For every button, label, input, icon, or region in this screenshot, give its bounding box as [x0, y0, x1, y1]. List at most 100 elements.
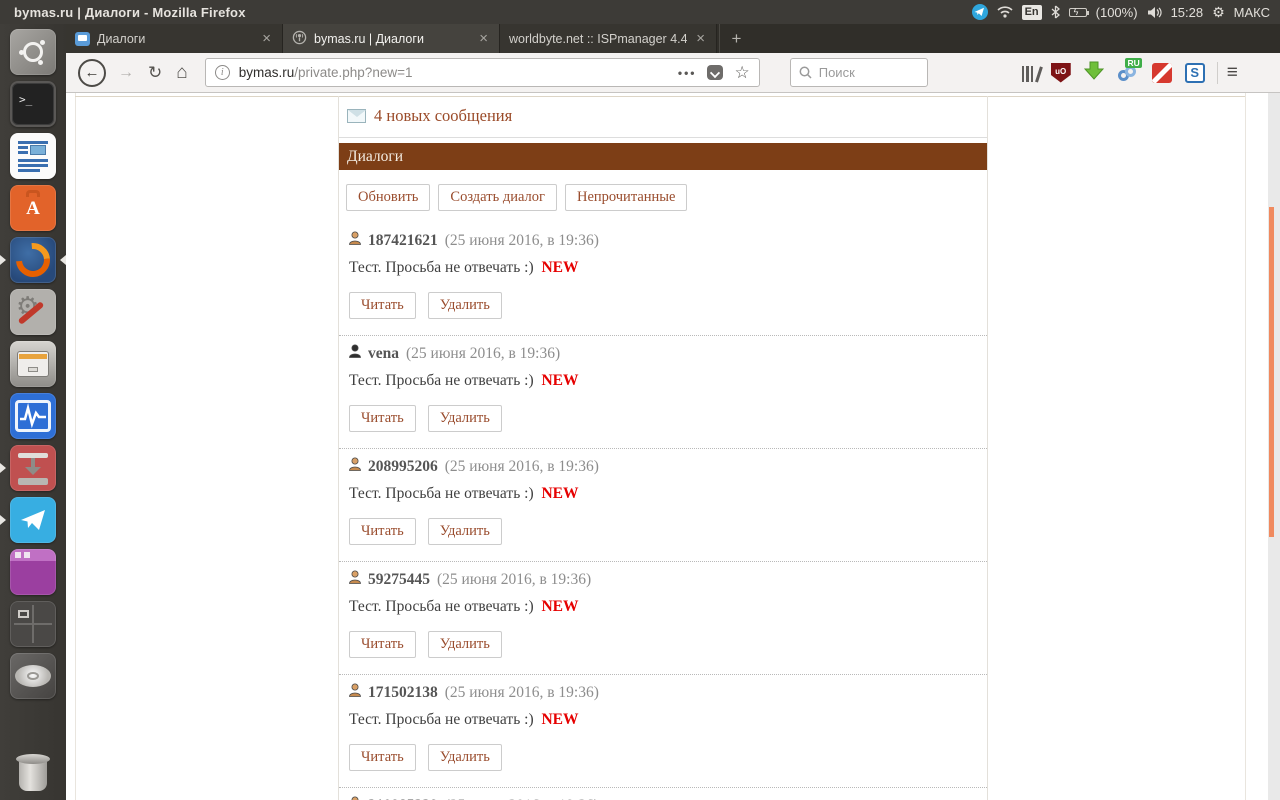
launcher-item-dash[interactable]: [0, 29, 66, 75]
toolbar-button[interactable]: Создать диалог: [438, 184, 557, 211]
new-tab-button[interactable]: +: [719, 24, 753, 53]
telegram-app-icon: [10, 497, 56, 543]
home-button[interactable]: ⌂: [176, 63, 187, 82]
adguard-pencil-icon[interactable]: [1151, 62, 1172, 83]
wifi-icon[interactable]: [997, 6, 1013, 18]
library-icon[interactable]: [1021, 64, 1043, 82]
dialog-entry: 59275445 (25 июня 2016, в 19:36) Тест. П…: [339, 562, 987, 675]
savefrom-icon[interactable]: S: [1184, 62, 1205, 83]
menu-hamburger-icon[interactable]: ≡: [1227, 63, 1238, 82]
launcher-item-trash[interactable]: [0, 750, 66, 796]
read-button[interactable]: Читать: [349, 292, 416, 319]
new-badge: NEW: [541, 598, 579, 615]
reload-button[interactable]: ↻: [148, 64, 162, 81]
launcher-item-telegram[interactable]: [0, 497, 66, 543]
system-tray: En ϟ (100%) 15:28 ⚙ МАКС: [971, 4, 1280, 21]
dialog-sender-name: vena: [368, 344, 399, 362]
read-button[interactable]: Читать: [349, 744, 416, 771]
dialog-message: Тест. Просьба не отвечать :) NEW: [349, 259, 579, 276]
back-button[interactable]: ←: [78, 58, 106, 87]
toolbar-button[interactable]: Обновить: [346, 184, 431, 211]
search-icon: [799, 66, 812, 79]
dialog-entry: 187421621 (25 июня 2016, в 19:36) Тест. …: [339, 223, 987, 336]
media-app-icon: [10, 549, 56, 595]
telegram-tray-icon[interactable]: [971, 4, 988, 20]
url-bar[interactable]: i bymas.ru/private.php?new=1 ••• ☆: [204, 58, 760, 87]
dialog-message: Тест. Просьба не отвечать :) NEW: [349, 598, 579, 615]
ublock-icon[interactable]: uO: [1050, 62, 1071, 83]
read-button[interactable]: Читать: [349, 518, 416, 545]
workspace-switcher-icon: [10, 601, 56, 647]
launcher-item-software-center[interactable]: A: [0, 185, 66, 231]
keyboard-layout-indicator[interactable]: En: [1021, 4, 1042, 20]
tab-dialogs[interactable]: Диалоги ×: [66, 24, 283, 53]
delete-button[interactable]: Удалить: [427, 518, 502, 545]
new-messages-header[interactable]: 4 новых сообщения: [339, 96, 987, 138]
dialog-sender-name: 171502138: [368, 683, 438, 701]
dialog-sender-name: 208995206: [368, 457, 438, 475]
dialog-entry-header: 210985229 (25 июня 2016, в 19:36): [349, 796, 977, 800]
read-button[interactable]: Читать: [349, 405, 416, 432]
launcher-item-terminal[interactable]: >_: [0, 81, 66, 127]
new-badge: NEW: [541, 259, 579, 276]
launcher-item-disk[interactable]: [0, 653, 66, 699]
dialog-date: (25 июня 2016, в 19:36): [445, 797, 599, 800]
extension-icons: uO RU S: [1021, 57, 1205, 85]
person-icon: [349, 344, 361, 363]
dialog-date: (25 июня 2016, в 19:36): [444, 457, 599, 475]
delete-button[interactable]: Удалить: [427, 631, 502, 658]
launcher-item-workspaces[interactable]: [0, 601, 66, 647]
launcher-item-system-monitor[interactable]: [0, 393, 66, 439]
tab-close-icon[interactable]: ×: [260, 31, 273, 46]
dialog-date: (25 июня 2016, в 19:36): [444, 683, 599, 701]
launcher-item-firefox[interactable]: [0, 237, 66, 283]
translator-icon[interactable]: RU: [1117, 57, 1142, 84]
navigation-toolbar: ← → ↻ ⌂ i bymas.ru/private.php?new=1 •••…: [66, 53, 1280, 93]
clock[interactable]: 15:28: [1171, 5, 1204, 20]
bookmark-star-icon[interactable]: ☆: [734, 63, 749, 83]
pocket-icon[interactable]: [707, 65, 724, 80]
new-badge: NEW: [541, 372, 579, 389]
person-icon: [349, 457, 361, 476]
site-info-icon[interactable]: i: [214, 65, 230, 80]
download-helper-icon[interactable]: [1083, 60, 1104, 85]
read-button[interactable]: Читать: [349, 631, 416, 658]
firefox-window: Диалоги × bymas.ru | Диалоги × worldbyte…: [66, 24, 1280, 800]
dialog-sender-name: 59275445: [368, 570, 430, 588]
launcher-item-installer[interactable]: [0, 445, 66, 491]
launcher-item-writer[interactable]: [0, 133, 66, 179]
new-messages-label: 4 новых сообщения: [374, 106, 513, 125]
volume-icon[interactable]: [1147, 6, 1162, 19]
bluetooth-icon[interactable]: [1051, 5, 1060, 19]
dialog-entry: vena (25 июня 2016, в 19:36) Тест. Прось…: [339, 336, 987, 449]
delete-button[interactable]: Удалить: [427, 405, 502, 432]
new-badge: NEW: [541, 485, 579, 502]
username[interactable]: МАКС: [1234, 5, 1270, 20]
search-input[interactable]: [818, 65, 909, 80]
tab-ispmanager[interactable]: worldbyte.net :: ISPmanager 4.4 ×: [500, 24, 717, 53]
battery-icon[interactable]: ϟ: [1068, 7, 1089, 17]
dialog-message: Тест. Просьба не отвечать :) NEW: [349, 372, 579, 389]
chat-favicon: [75, 31, 90, 46]
page-actions-icon[interactable]: •••: [678, 66, 697, 80]
terminal-icon: >_: [10, 81, 56, 127]
dialog-entry-buttons: Читать Удалить: [349, 518, 977, 549]
forward-button[interactable]: →: [118, 64, 134, 81]
search-bar[interactable]: [789, 58, 928, 87]
session-gear-icon[interactable]: ⚙: [1212, 4, 1225, 21]
tab-bymas-dialogs[interactable]: bymas.ru | Диалоги ×: [283, 24, 500, 53]
scrollbar-thumb[interactable]: [1269, 207, 1274, 537]
delete-button[interactable]: Удалить: [427, 292, 502, 319]
launcher-item-settings[interactable]: ⚙: [0, 289, 66, 335]
dialog-message: Тест. Просьба не отвечать :) NEW: [349, 711, 579, 728]
dialogs-toolbar: Обновить Создать диалог Непрочитанные: [346, 184, 987, 215]
launcher-item-media-app[interactable]: [0, 549, 66, 595]
toolbar-button[interactable]: Непрочитанные: [564, 184, 688, 211]
unity-launcher: >_ A ⚙: [0, 24, 66, 800]
person-icon: [349, 231, 361, 250]
tab-close-icon[interactable]: ×: [477, 31, 490, 46]
launcher-item-archiver[interactable]: [0, 341, 66, 387]
tab-close-icon[interactable]: ×: [694, 31, 707, 46]
delete-button[interactable]: Удалить: [427, 744, 502, 771]
scrollbar-track[interactable]: [1268, 93, 1280, 800]
